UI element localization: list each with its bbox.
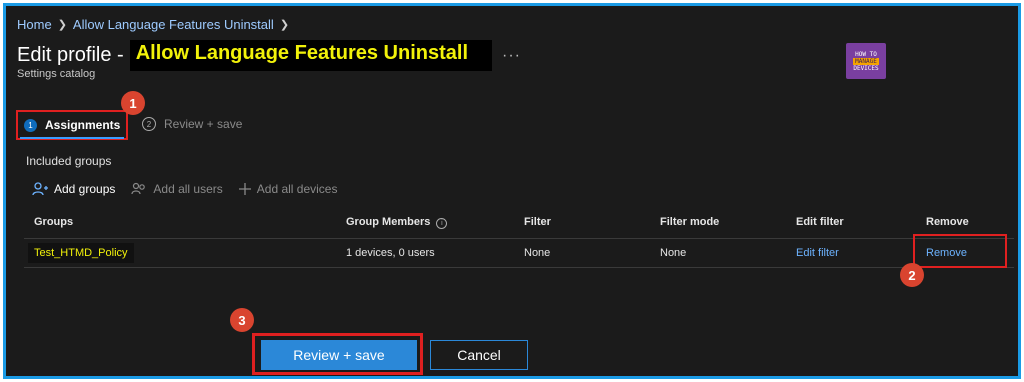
how-to-manage-devices-logo: HOW TO MANAGE DEVICES — [846, 43, 886, 79]
assignment-toolbar: Add groups Add all users Add all devices — [32, 182, 337, 196]
column-header-group-members[interactable]: Group Members i — [346, 216, 524, 229]
add-all-devices-label: Add all devices — [256, 182, 338, 196]
annotation-badge-3: 3 — [230, 308, 254, 332]
annotation-badge-1: 1 — [121, 91, 145, 115]
tab-assignments-label: Assignments — [45, 118, 121, 132]
section-heading-included-groups: Included groups — [26, 154, 112, 168]
tab-review-save[interactable]: 2 Review + save — [142, 117, 242, 131]
active-tab-underline — [20, 137, 124, 139]
add-group-icon — [32, 182, 48, 196]
page-subtitle: Settings catalog — [17, 68, 96, 80]
column-header-edit-filter: Edit filter — [796, 216, 844, 228]
assignments-table: Groups Group Members i Filter Filter mod… — [24, 206, 1014, 268]
column-header-remove: Remove — [926, 216, 969, 228]
annotation-highlight-remove — [913, 234, 1007, 268]
filter-cell: None — [524, 247, 551, 259]
page-title-prefix: Edit profile - — [17, 44, 124, 66]
group-cell: Test_HTMD_Policy — [24, 243, 346, 263]
filter-mode-cell: None — [660, 247, 687, 259]
annotation-badge-2: 2 — [900, 263, 924, 287]
tab-review-save-label: Review + save — [164, 117, 243, 131]
portal-window: Home ❯ Allow Language Features Uninstall… — [3, 3, 1021, 379]
add-all-devices-button[interactable]: Add all devices — [238, 182, 338, 196]
breadcrumb-home-link[interactable]: Home — [17, 17, 52, 32]
breadcrumb: Home ❯ Allow Language Features Uninstall… — [17, 17, 289, 32]
add-users-icon — [131, 182, 146, 195]
column-header-groups[interactable]: Groups — [24, 216, 346, 228]
add-all-users-button[interactable]: Add all users — [131, 182, 223, 196]
tab-assignments[interactable]: 1 Assignments — [16, 110, 128, 140]
step-1-indicator-icon: 1 — [24, 118, 37, 132]
add-all-users-label: Add all users — [153, 182, 223, 196]
page-title-profile-name: Allow Language Features Uninstall — [129, 40, 492, 71]
more-options-icon[interactable]: ··· — [502, 47, 521, 65]
column-header-filter-mode[interactable]: Filter mode — [660, 216, 796, 228]
page-title: Edit profile - Allow Language Features U… — [17, 40, 521, 71]
chevron-right-icon: ❯ — [279, 19, 290, 31]
table-row: Test_HTMD_Policy 1 devices, 0 users None… — [24, 239, 1014, 268]
table-header-row: Groups Group Members i Filter Filter mod… — [24, 206, 1014, 239]
add-groups-button[interactable]: Add groups — [32, 182, 115, 196]
edit-filter-cell: Edit filter — [796, 247, 926, 259]
group-members-cell: 1 devices, 0 users — [346, 247, 435, 259]
plus-icon — [238, 183, 251, 195]
add-groups-label: Add groups — [54, 182, 116, 196]
cancel-button[interactable]: Cancel — [430, 340, 528, 370]
group-name[interactable]: Test_HTMD_Policy — [28, 243, 134, 263]
info-icon[interactable]: i — [436, 217, 448, 229]
breadcrumb-current-link[interactable]: Allow Language Features Uninstall — [73, 17, 274, 32]
edit-filter-link[interactable]: Edit filter — [796, 247, 839, 259]
review-save-button[interactable]: Review + save — [261, 340, 417, 370]
step-2-indicator-icon: 2 — [142, 117, 156, 131]
column-header-filter[interactable]: Filter — [524, 216, 660, 228]
chevron-right-icon: ❯ — [57, 19, 67, 31]
